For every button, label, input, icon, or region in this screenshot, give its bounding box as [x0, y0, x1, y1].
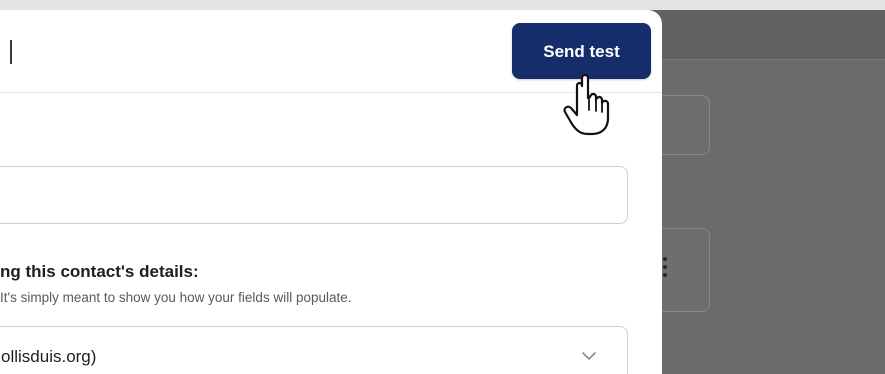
- contact-details-help-text: It's simply meant to show you how your f…: [0, 290, 352, 305]
- send-test-button[interactable]: Send test: [512, 23, 651, 79]
- title-text-cursor: [10, 40, 12, 64]
- send-test-modal: Send test ng this contact's details: It'…: [0, 10, 662, 374]
- kebab-menu-icon: [662, 257, 668, 281]
- contact-select-value: ollisduis.org): [1, 347, 97, 366]
- chevron-down-icon: [582, 352, 596, 360]
- contact-select[interactable]: ollisduis.org): [0, 326, 628, 374]
- hand-pointer-icon: [563, 73, 610, 136]
- screen: Send test ng this contact's details: It'…: [0, 0, 885, 374]
- recipient-email-input[interactable]: [0, 166, 628, 224]
- contact-details-heading: ng this contact's details:: [0, 262, 199, 281]
